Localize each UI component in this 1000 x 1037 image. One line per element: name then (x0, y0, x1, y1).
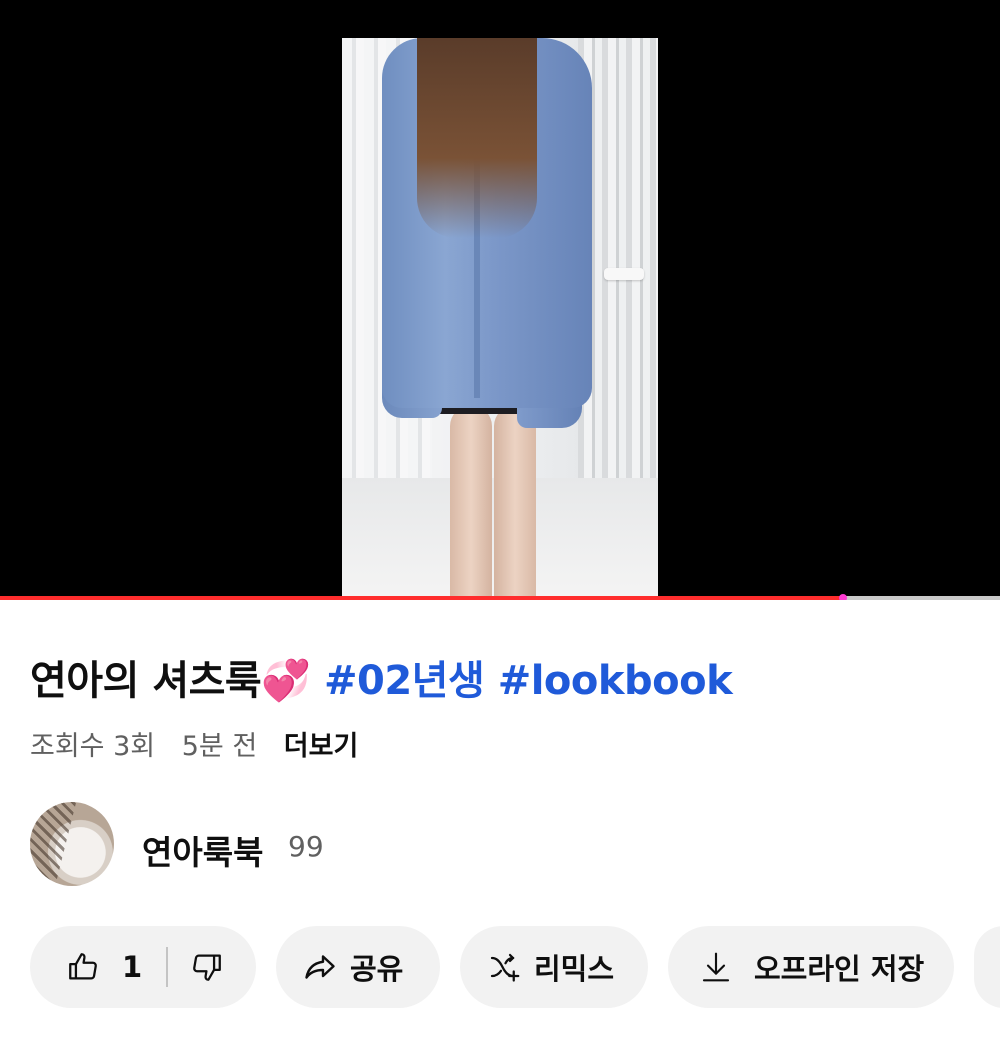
download-label: 오프라인 저장 (754, 952, 925, 986)
figure-leg-left (450, 406, 492, 598)
hashtag-link[interactable]: #02년생 (324, 658, 485, 704)
channel-avatar[interactable] (30, 802, 114, 886)
video-player[interactable] (0, 0, 1000, 598)
channel-name[interactable]: 연아룩북 (142, 826, 263, 874)
video-meta: 조회수 3회 5분 전 더보기 (30, 724, 358, 763)
video-info-sheet: 연아의 셔츠룩💞 #02년생 #lookbook 조회수 3회 5분 전 더보기… (0, 600, 1000, 1037)
hashtag-link[interactable]: #lookbook (498, 658, 733, 704)
share-icon (276, 949, 350, 985)
remix-icon (460, 949, 534, 985)
thumbs-down-icon[interactable] (190, 950, 224, 984)
upload-time: 5분 전 (181, 731, 258, 762)
share-button[interactable]: 공유 (276, 926, 440, 1008)
avatar-pattern (30, 802, 77, 886)
curtain-tie (604, 268, 644, 280)
figure-hair (417, 38, 537, 238)
view-count: 조회수 3회 (30, 731, 156, 762)
download-button[interactable]: 오프라인 저장 (668, 926, 954, 1008)
action-bar: 1 공유 리믹스 오프라인 저장 (30, 926, 1000, 1008)
video-frame[interactable] (342, 38, 658, 598)
share-label: 공유 (350, 952, 404, 986)
like-divider (166, 947, 169, 987)
download-icon (668, 949, 754, 985)
subscriber-count: 99 (288, 830, 324, 863)
thumbs-up-icon[interactable] (66, 950, 100, 984)
video-title[interactable]: 연아의 셔츠룩💞 #02년생 #lookbook (30, 648, 980, 706)
more-actions-button[interactable] (974, 926, 1000, 1008)
more-button[interactable]: 더보기 (284, 731, 359, 762)
video-title-emoji: 💞 (261, 658, 311, 704)
like-dislike-pill: 1 (30, 926, 256, 1008)
like-count[interactable]: 1 (122, 950, 142, 984)
remix-button[interactable]: 리믹스 (460, 926, 648, 1008)
video-title-text: 연아의 셔츠룩 (30, 658, 262, 704)
figure-leg-right (494, 406, 536, 598)
remix-label: 리믹스 (534, 952, 615, 986)
channel-row[interactable]: 연아룩북 99 (30, 802, 530, 888)
